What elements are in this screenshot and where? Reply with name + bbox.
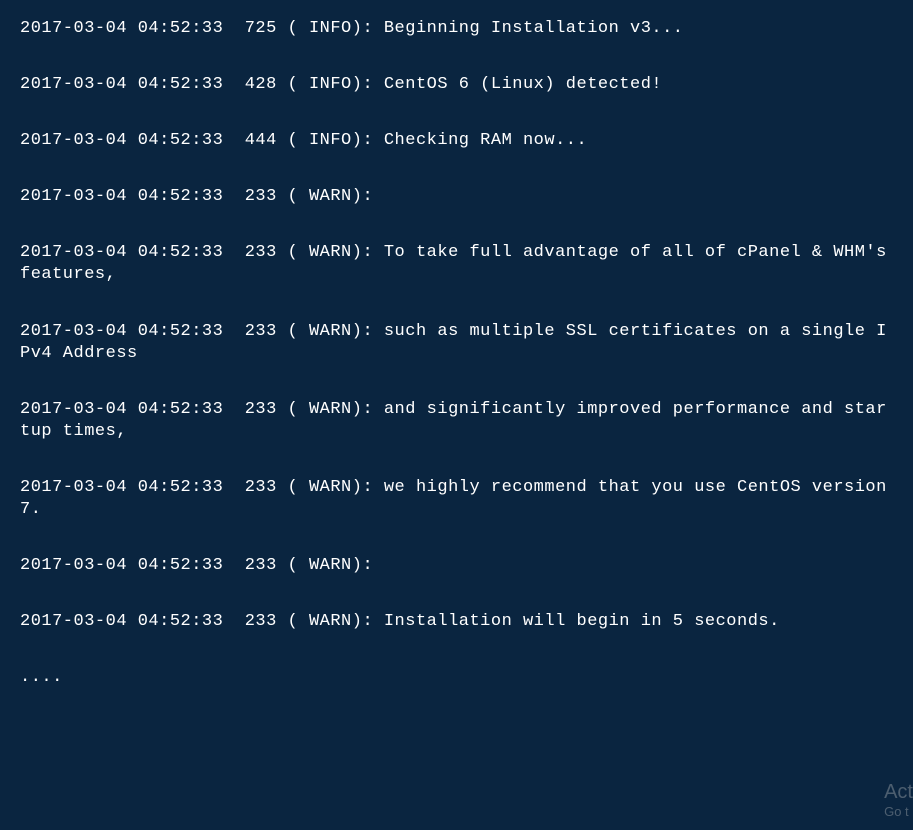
log-line: 2017-03-04 04:52:33 233 ( WARN): we high… <box>20 477 893 521</box>
log-line: 2017-03-04 04:52:33 233 ( WARN): Install… <box>20 611 893 633</box>
watermark-line-2: Go t <box>884 804 913 820</box>
terminal-output: 2017-03-04 04:52:33 725 ( INFO): Beginni… <box>20 18 893 812</box>
log-line: 2017-03-04 04:52:33 233 ( WARN): <box>20 186 893 208</box>
log-line: 2017-03-04 04:52:33 233 ( WARN): such as… <box>20 321 893 365</box>
watermark-line-1: Act <box>884 780 913 804</box>
log-line: 2017-03-04 04:52:33 233 ( WARN): To take… <box>20 242 893 286</box>
activation-watermark: Act Go t <box>884 780 913 820</box>
log-line: .... <box>20 667 893 689</box>
log-line: 2017-03-04 04:52:33 233 ( WARN): and sig… <box>20 399 893 443</box>
log-line: 2017-03-04 04:52:33 444 ( INFO): Checkin… <box>20 130 893 152</box>
log-line: 2017-03-04 04:52:33 428 ( INFO): CentOS … <box>20 74 893 96</box>
log-line: 2017-03-04 04:52:33 233 ( WARN): <box>20 555 893 577</box>
log-line: 2017-03-04 04:52:33 725 ( INFO): Beginni… <box>20 18 893 40</box>
